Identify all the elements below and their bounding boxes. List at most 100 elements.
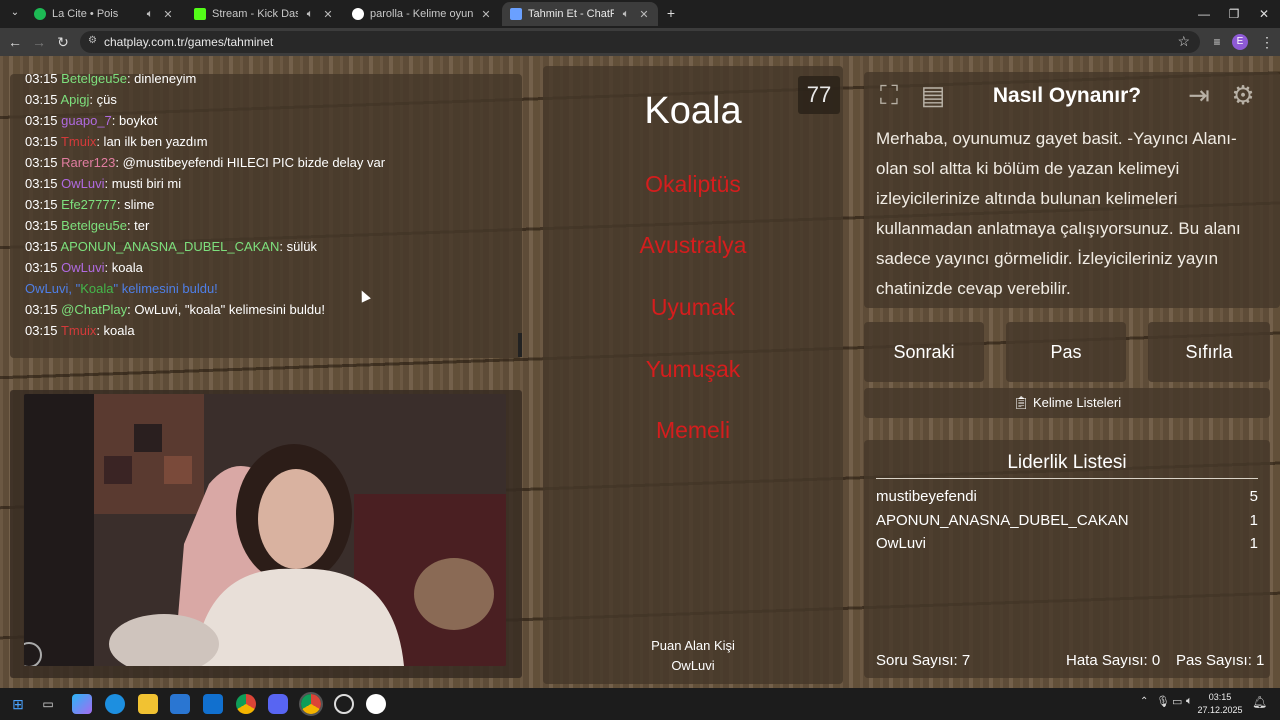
chrome-icon[interactable] [236,694,256,714]
pass-button[interactable]: Pas [1006,322,1126,382]
mail-icon[interactable] [203,694,223,714]
close-tab-icon[interactable]: ✕ [322,8,334,21]
chat-username[interactable]: @ChatPlay [61,302,127,317]
copilot-icon[interactable] [72,694,92,714]
tab-search-icon[interactable]: ⌄ [6,4,24,22]
kick-icon [194,8,206,20]
how-to-play-title: Nasıl Oynanır? [992,84,1142,107]
target-word: Koala [644,90,742,132]
new-tab-button[interactable]: + [662,4,680,22]
tab-la-cite[interactable]: La Cite • Pois 🔈︎ ✕ [26,2,182,26]
chat-username[interactable]: APONUN_ANASNA_DUBEL_CAKAN [60,239,279,254]
leaderboard-title: Liderlik Listesi [1007,452,1127,473]
leaderboard-row: OwLuvi 1 [876,535,1258,557]
page-content: 03:15 Betelgeu5e: dinleneyim 03:15 Apigj… [0,56,1280,688]
reset-button[interactable]: Sıfırla [1148,322,1270,382]
reload-icon[interactable]: ↻ [54,33,72,51]
word-lists-button[interactable]: 📋︎ Kelime Listeleri [864,388,1270,418]
chat-text: 03:15 [25,260,58,275]
chat-username[interactable]: Tmuix [61,134,96,149]
app-icon[interactable] [334,694,354,714]
chat-text: : boykot [111,113,158,128]
parolla-icon [352,8,364,20]
chat-text: : @mustibeyefendi HILECI PIC bizde delay… [115,155,386,170]
question-count: Soru Sayısı: 7 [876,652,971,669]
tab-parolla[interactable]: parolla - Kelime oyunu. Günlük ✕ [344,2,500,26]
media-controls-icon[interactable]: ≡ [1208,33,1226,51]
profile-avatar[interactable]: E [1232,34,1248,50]
scorer-label: Puan Alan Kişi [651,638,735,653]
menu-dots-icon[interactable]: ⋮ [1258,33,1276,51]
chat-username[interactable]: OwLuvi [61,260,104,275]
chat-panel: 03:15 Betelgeu5e: dinleneyim 03:15 Apigj… [10,74,522,358]
how-to-play-text: Merhaba, oyunumuz gayet basit. -Yayıncı … [876,129,1241,298]
chat-text: 03:15 [25,323,58,338]
discord-icon[interactable] [268,694,288,714]
store-icon[interactable] [170,694,190,714]
tray-chevron-icon[interactable]: ⌃ [1140,696,1148,707]
edge-icon[interactable] [105,694,125,714]
address-bar[interactable]: ⚙ chatplay.com.tr/games/tahminet ☆ [80,31,1200,53]
chat-scrollbar[interactable] [518,333,522,357]
close-tab-icon[interactable]: ✕ [638,8,650,21]
fullscreen-icon[interactable]: ⛶ [872,78,906,112]
close-tab-icon[interactable]: ✕ [480,8,492,21]
file-explorer-icon[interactable] [138,694,158,714]
site-info-icon[interactable]: ⚙ [88,35,97,46]
chat-username[interactable]: Efe27777 [61,197,117,212]
system-clock[interactable]: 03:15 27.12.2025 [1196,691,1244,717]
webcam-video [24,394,506,666]
chat-username[interactable]: Rarer123 [61,155,115,170]
chat-message: 03:15 Apigj: çüs [25,89,522,110]
close-tab-icon[interactable]: ✕ [162,8,174,21]
leaderboard-row: APONUN_ANASNA_DUBEL_CAKAN 1 [876,512,1258,534]
restore-icon[interactable]: ❐ [1226,6,1242,22]
chat-message: 03:15 Betelgeu5e: dinleneyim [25,74,522,89]
chat-username[interactable]: Tmuix [61,323,96,338]
speaker-icon[interactable]: 🔈︎ [144,8,156,21]
player-score: 5 [1249,488,1258,505]
chat-text: Koala [80,281,114,296]
chat-username[interactable]: guapo_7 [61,113,112,128]
back-icon[interactable]: ← [6,33,24,51]
chat-text: kelimesini buldu! [118,281,218,296]
document-icon[interactable]: ▤ [916,78,950,112]
chrome-active-icon[interactable] [299,692,323,716]
tab-chatplay[interactable]: Tahmin Et - ChatPlay 🔈︎ ✕ [502,2,658,26]
chat-message: 03:15 @ChatPlay: OwLuvi, "koala" kelimes… [25,299,522,320]
chat-username[interactable]: Betelgeu5e [61,74,127,86]
minimize-icon[interactable]: — [1196,6,1212,22]
chat-text: 03:15 [25,74,58,86]
bookmark-star-icon[interactable]: ☆ [1177,33,1190,50]
close-window-icon[interactable]: ✕ [1256,6,1272,22]
settings-gear-icon[interactable]: ⚙ [1226,78,1260,112]
microphone-icon[interactable]: 🎙︎ [1156,695,1170,708]
chat-message-list: 03:15 Betelgeu5e: dinleneyim 03:15 Apigj… [25,74,522,341]
tab-kick-dashboard[interactable]: Stream - Kick Dashboard 🔈︎ ✕ [186,2,342,26]
next-button[interactable]: Sonraki [864,322,984,382]
notification-icon[interactable]: 🔔︎ [1252,695,1267,709]
spotify-icon [34,8,46,20]
chat-text: 03:15 [25,92,58,107]
chat-message: 03:15 guapo_7: boykot [25,110,522,131]
chat-username[interactable]: OwLuvi [61,176,104,191]
speaker-icon[interactable]: 🔈︎ [304,8,316,21]
chat-text: 03:15 [25,113,58,128]
chat-username[interactable]: Betelgeu5e [61,218,127,233]
speaker-icon[interactable]: 🔈︎ [620,8,632,21]
windows-taskbar: ⊞ ▭ ⌃ 🎙︎ ▭ 🔈︎ 03:15 27.12.2025 🔔︎ [0,688,1280,720]
chat-text: 03:15 [25,155,58,170]
volume-icon[interactable]: 🔈︎ [1186,695,1193,708]
chat-username[interactable]: Apigj [60,92,89,107]
network-icon[interactable]: ▭ [1172,695,1182,708]
task-view-icon[interactable]: ▭ [38,694,58,714]
clock-date: 27.12.2025 [1197,705,1243,715]
browser-toolbar: ← → ↻ ⚙ chatplay.com.tr/games/tahminet ☆… [0,28,1280,56]
how-to-play-panel: ⛶ ▤ Nasıl Oynanır? ⇥ ⚙ Merhaba, oyunumuz… [864,72,1280,308]
obs-icon[interactable] [366,694,386,714]
player-name: APONUN_ANASNA_DUBEL_CAKAN [876,512,1129,529]
forward-icon[interactable]: → [30,33,48,51]
start-windows-icon[interactable]: ⊞ [8,694,28,714]
exit-icon[interactable]: ⇥ [1182,78,1216,112]
chatplay-icon [510,8,522,20]
